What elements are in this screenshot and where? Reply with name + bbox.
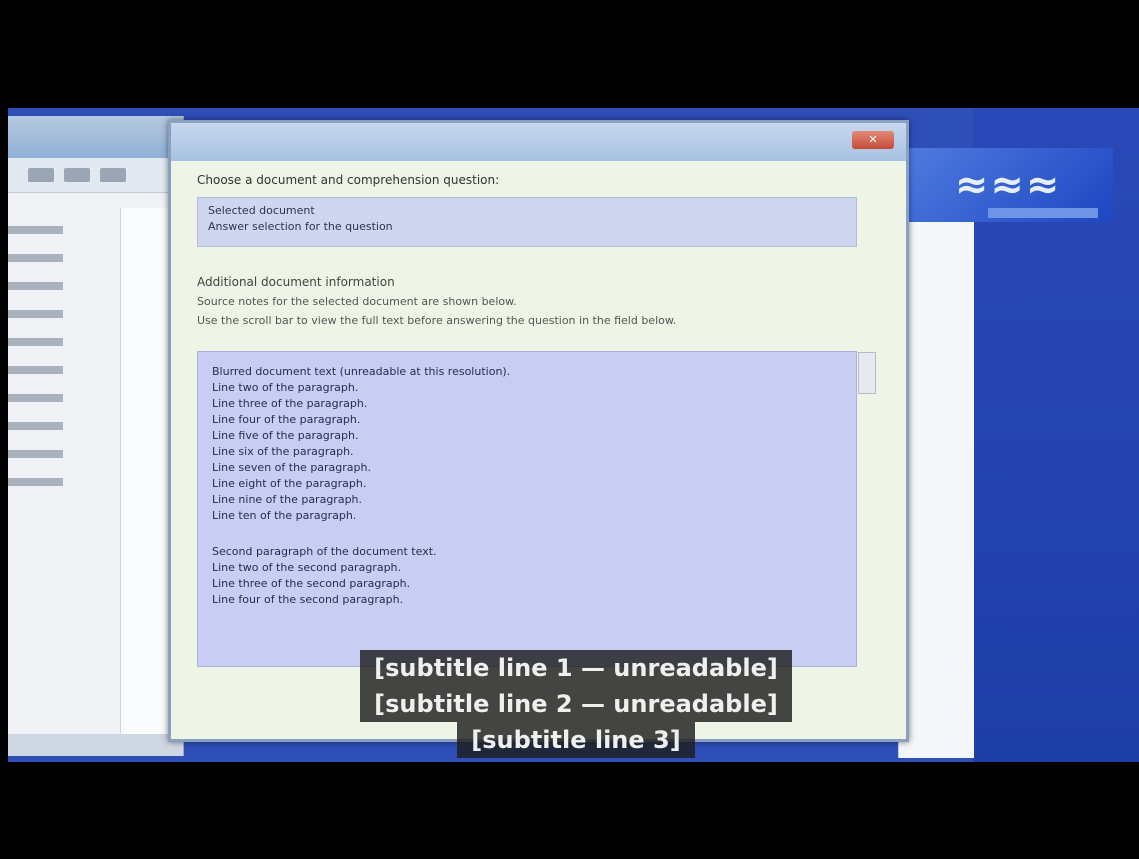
list-item[interactable] xyxy=(8,310,63,318)
background-window xyxy=(8,116,184,756)
selection-line[interactable]: Answer selection for the question xyxy=(208,220,846,236)
scrollbar[interactable] xyxy=(858,352,876,394)
document-paragraph: Blurred document text (unreadable at thi… xyxy=(212,365,511,522)
toolbar-button[interactable] xyxy=(100,168,126,182)
list-item[interactable] xyxy=(8,226,63,234)
document-paragraph: Second paragraph of the document text. L… xyxy=(212,545,437,606)
subtitle-line: [subtitle line 2 — unreadable] xyxy=(360,686,792,722)
section-line: Use the scroll bar to view the full text… xyxy=(197,314,677,327)
subtitle-line: [subtitle line 3] xyxy=(457,722,695,758)
list-item[interactable] xyxy=(8,366,63,374)
dialog-body: Choose a document and comprehension ques… xyxy=(197,173,876,667)
background-window-titlebar xyxy=(8,116,183,158)
section-title: Additional document information xyxy=(197,275,395,289)
list-item[interactable] xyxy=(8,338,63,346)
list-item[interactable] xyxy=(8,422,63,430)
subtitle-line: [subtitle line 1 — unreadable] xyxy=(360,650,792,686)
background-statusbar xyxy=(8,734,183,756)
list-item[interactable] xyxy=(8,254,63,262)
toolbar-button[interactable] xyxy=(28,168,54,182)
background-list xyxy=(8,206,118,486)
selection-box[interactable]: Selected document Answer selection for t… xyxy=(197,197,857,247)
subtitle-overlay: [subtitle line 1 — unreadable] [subtitle… xyxy=(222,650,930,760)
document-text-area[interactable]: Blurred document text (unreadable at thi… xyxy=(197,351,876,667)
document-dialog: ✕ Choose a document and comprehension qu… xyxy=(168,120,909,742)
list-item[interactable] xyxy=(8,394,63,402)
list-item[interactable] xyxy=(8,478,63,486)
section-line: Source notes for the selected document a… xyxy=(197,295,517,308)
selection-line[interactable]: Selected document xyxy=(208,204,846,220)
toolbar-button[interactable] xyxy=(64,168,90,182)
close-button[interactable]: ✕ xyxy=(852,131,894,149)
list-item[interactable] xyxy=(8,282,63,290)
list-item[interactable] xyxy=(8,450,63,458)
background-toolbar xyxy=(8,158,183,193)
question-label: Choose a document and comprehension ques… xyxy=(197,173,500,187)
brand-tagline-bar xyxy=(988,208,1098,218)
dialog-titlebar: ✕ xyxy=(171,123,906,161)
